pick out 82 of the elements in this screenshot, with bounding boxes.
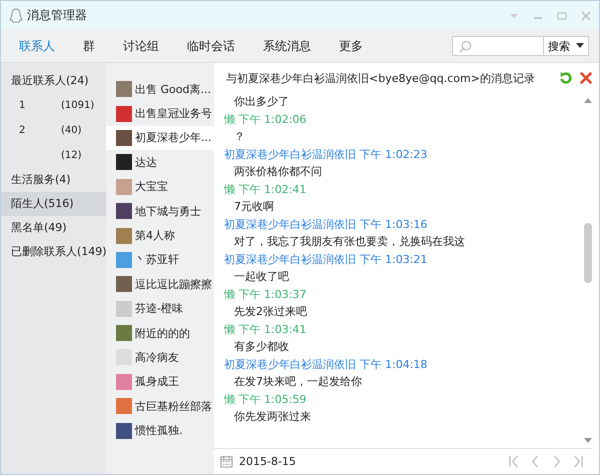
- sidebar-item[interactable]: 陌生人(516): [1, 192, 106, 216]
- tab[interactable]: 联系人: [19, 34, 55, 58]
- avatar-placeholder: [116, 106, 132, 122]
- contact-item[interactable]: 出售皇冠业务号: [106, 101, 214, 126]
- message-header: 初夏深巷少年白衫温润依旧 下午 1:02:23: [224, 146, 428, 162]
- tab[interactable]: 临时会话: [187, 34, 235, 58]
- sidebar-item[interactable]: 最近联系人(24): [1, 69, 106, 93]
- close-icon[interactable]: [581, 10, 591, 20]
- contact-item[interactable]: 地下城与勇士: [106, 198, 214, 224]
- tab[interactable]: 群: [83, 34, 95, 58]
- tab[interactable]: 系统消息: [263, 34, 311, 58]
- close-icon[interactable]: [579, 71, 593, 85]
- avatar-placeholder: [116, 154, 132, 170]
- message-text: 7元收啊: [233, 199, 275, 215]
- group-count[interactable]: (12): [61, 150, 82, 161]
- avatar-placeholder: [116, 81, 132, 98]
- avatar-placeholder: [116, 178, 132, 195]
- tab[interactable]: 更多: [339, 34, 363, 58]
- message-text: 两张价格你都不问: [233, 164, 323, 180]
- message-text: 对了，我忘了我朋友有张也要卖，兑换码在我这: [233, 234, 466, 250]
- contact-item[interactable]: 第4人称: [106, 223, 214, 248]
- message-header: 初夏深巷少年白衫温润依旧 下午 1:04:18: [224, 356, 428, 372]
- contact-item[interactable]: 惯性孤独.: [106, 418, 214, 443]
- message-header: 懒 下午 1:05:59: [224, 392, 308, 408]
- search-icon: [459, 40, 472, 52]
- avatar-placeholder: [116, 422, 132, 439]
- message-text: 有多少都收: [233, 339, 290, 355]
- avatar-placeholder: [116, 252, 132, 268]
- avatar-placeholder: [116, 374, 132, 390]
- group-name[interactable]: 1: [19, 100, 26, 111]
- contact-item[interactable]: 出售 Good离...: [106, 77, 214, 102]
- refresh-icon[interactable]: [559, 71, 573, 85]
- penguin-logo-icon: [9, 8, 23, 24]
- message-header: 懒 下午 1:03:37: [224, 286, 308, 302]
- maximize-icon[interactable]: [557, 10, 567, 20]
- message-text: 你先发两张过来: [233, 409, 312, 425]
- scroll-up-icon[interactable]: [584, 97, 592, 103]
- group-count[interactable]: (1091): [61, 100, 94, 111]
- avatar-placeholder: [116, 130, 132, 146]
- contact-item[interactable]: 古巨基粉丝部落: [106, 394, 214, 418]
- message-header: 初夏深巷少年白衫温润依旧 下午 1:03:21: [224, 252, 428, 268]
- window-title: 消息管理器: [27, 7, 87, 24]
- sidebar-item[interactable]: 黑名单(49): [1, 216, 106, 240]
- caret-icon: [576, 43, 584, 49]
- contact-item[interactable]: 丶苏亚轩: [106, 248, 214, 272]
- avatar-placeholder: [116, 325, 132, 342]
- message-text: 一起收了吧: [233, 269, 290, 285]
- search-field[interactable]: [452, 36, 544, 56]
- avatar-placeholder: [116, 276, 132, 292]
- scroll-thumb[interactable]: [584, 223, 592, 283]
- contact-item[interactable]: 达达: [106, 150, 214, 175]
- avatar-placeholder: [116, 300, 132, 317]
- message-text: 在发7块来吧，一起发给你: [233, 374, 363, 390]
- group-name[interactable]: 2: [19, 125, 26, 136]
- contact-item[interactable]: 附近的的的: [106, 320, 214, 346]
- message-header: 懒 下午 1:02:06: [224, 112, 308, 128]
- avatar-placeholder: [116, 203, 132, 220]
- avatar-placeholder: [116, 398, 132, 414]
- message-text: 先发2张过来吧: [233, 304, 308, 320]
- message-header: 初夏深巷少年白衫温润依旧 下午 1:03:16: [224, 216, 428, 232]
- sidebar-item[interactable]: 已删除联系人(149): [1, 240, 106, 264]
- sidebar-item[interactable]: 生活服务(4): [1, 168, 106, 192]
- avatar-placeholder: [116, 228, 132, 244]
- group-count[interactable]: (40): [61, 125, 82, 136]
- calendar-icon[interactable]: [220, 455, 233, 468]
- last-page-icon[interactable]: [572, 455, 583, 468]
- contact-item[interactable]: 高冷病友: [106, 345, 214, 370]
- contact-item[interactable]: 孤身成王: [106, 370, 214, 394]
- chat-title: 与初夏深巷少年白衫温润依旧<bye8ye@qq.com>的消息记录: [226, 70, 535, 86]
- tab[interactable]: 讨论组: [123, 34, 159, 58]
- first-page-icon[interactable]: [509, 455, 520, 468]
- contact-item[interactable]: 逗比逗比蹦擦擦: [106, 272, 214, 297]
- date-label: 2015-8-15: [239, 455, 296, 468]
- message-header: 懒 下午 1:02:41: [224, 182, 308, 198]
- contact-item[interactable]: 芬逵-橙味: [106, 296, 214, 321]
- scroll-down-icon[interactable]: [584, 438, 592, 444]
- message-text: 你出多少了: [233, 94, 290, 110]
- contact-item[interactable]: 大宝宝: [106, 174, 214, 199]
- message-text: ？: [233, 129, 246, 145]
- contact-item[interactable]: 初夏深巷少年...: [106, 126, 214, 150]
- search-button[interactable]: 搜索: [544, 36, 589, 56]
- message-header: 懒 下午 1:03:41: [224, 322, 308, 338]
